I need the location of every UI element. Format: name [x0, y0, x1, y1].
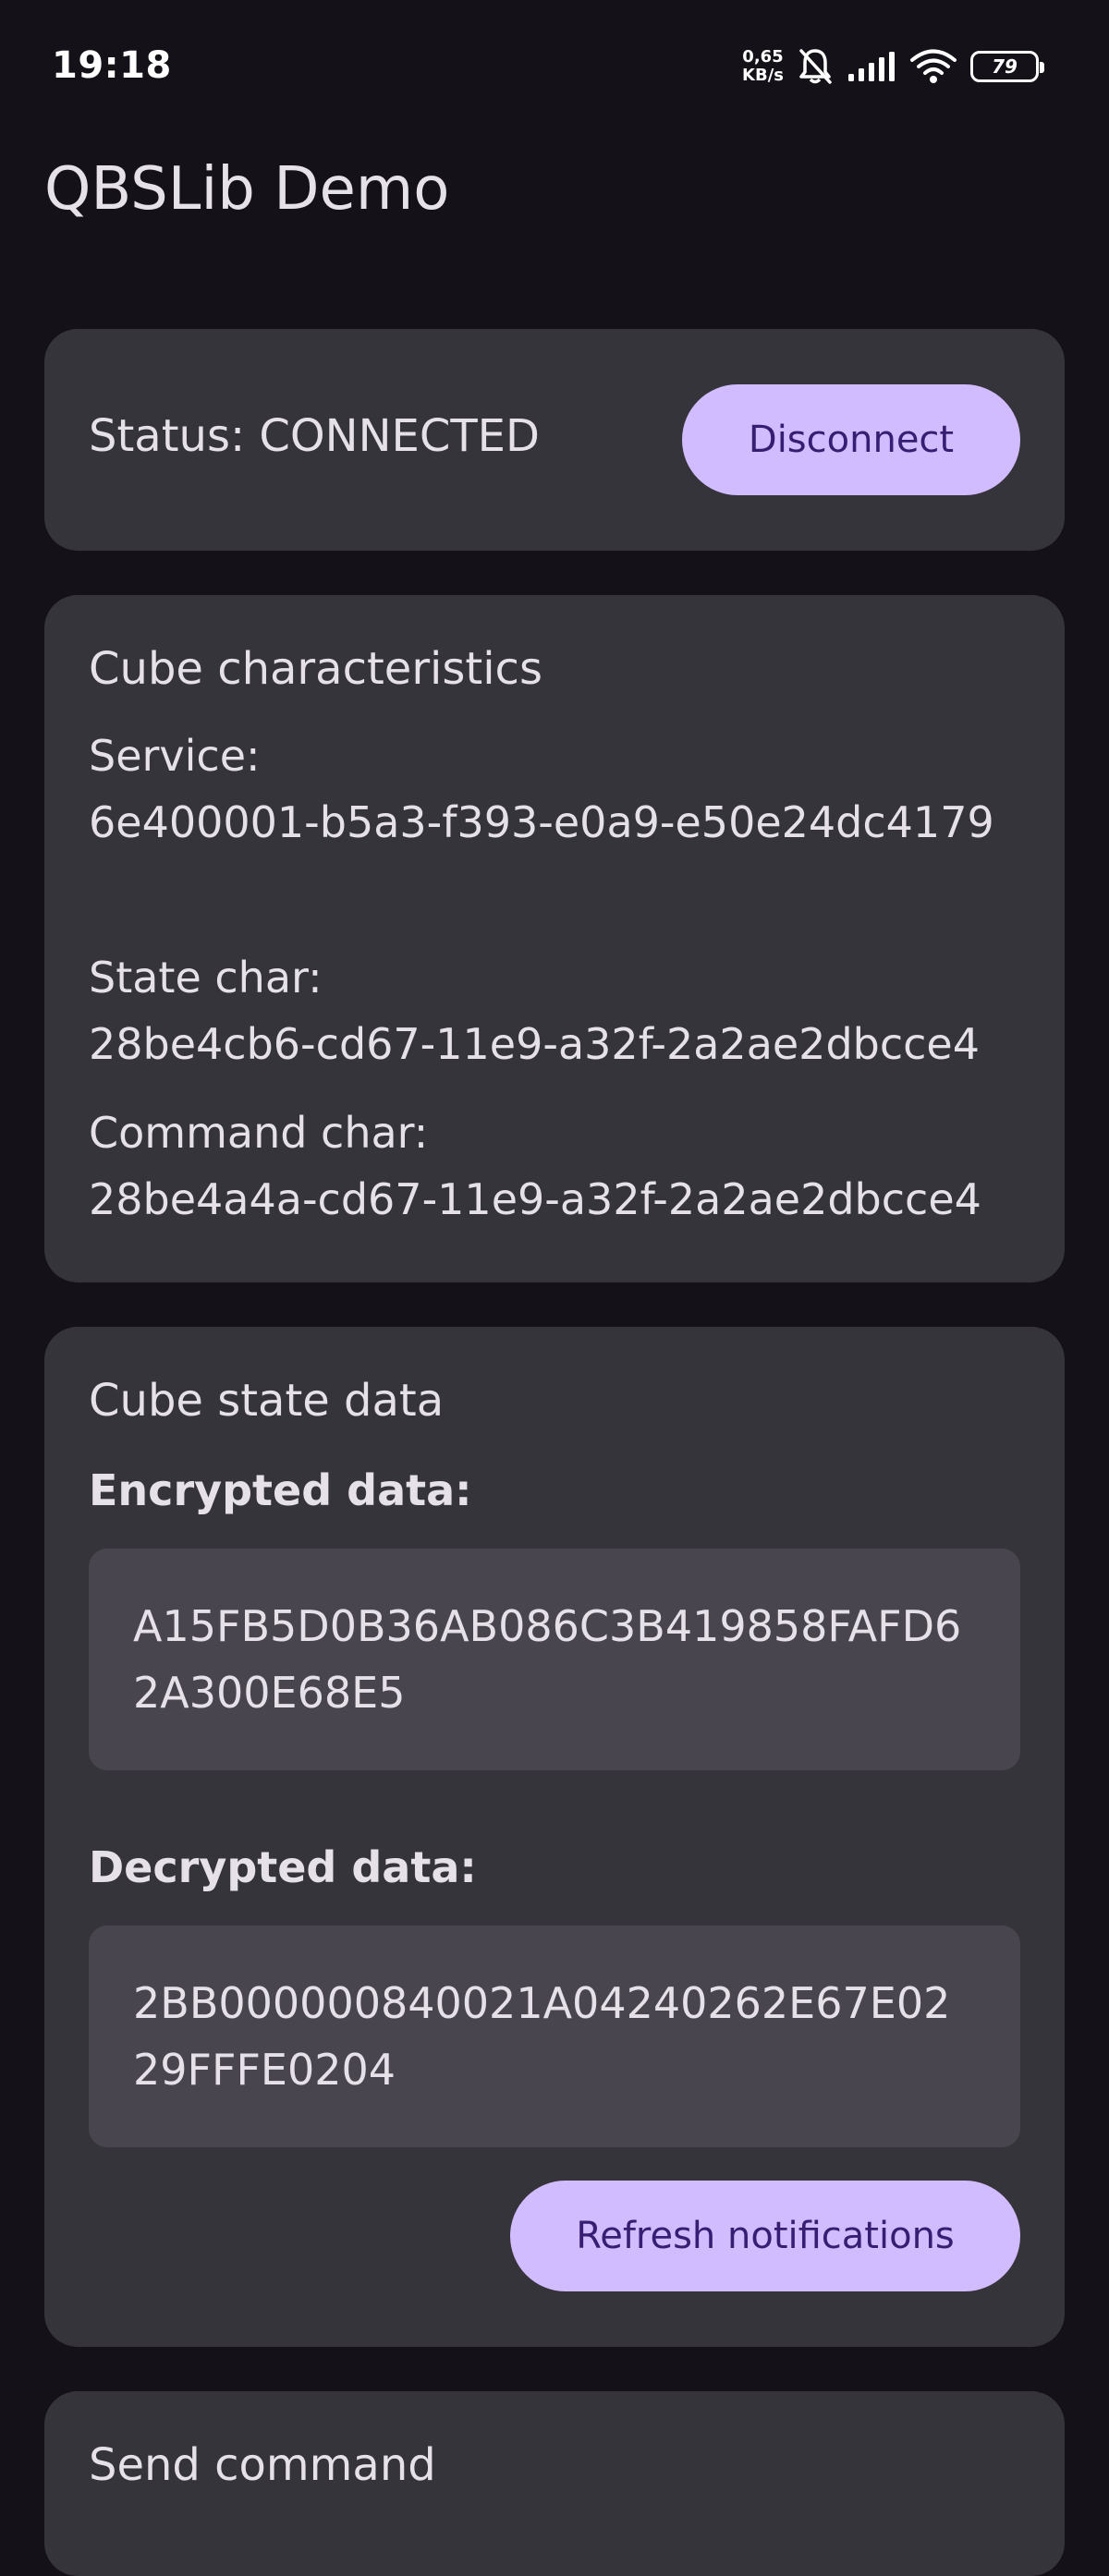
status-bar-icons: 0,65 KB/s 79 [742, 44, 1044, 89]
service-value: 6e400001-b5a3-f393-e0a9-e50e24dc4179 [89, 797, 994, 847]
command-char-field: Command char: 28be4a4a-cd67-11e9-a32f-2a… [89, 1100, 1031, 1233]
network-speed-unit: KB/s [742, 66, 784, 85]
send-command-card: Send command [44, 2391, 1065, 2576]
state-char-value: 28be4cb6-cd67-11e9-a32f-2a2ae2dbcce4 [89, 1019, 981, 1069]
status-card: Status: CONNECTED Disconnect [44, 329, 1065, 551]
state-data-card: Cube state data Encrypted data: A15FB5D0… [44, 1327, 1065, 2347]
signal-icon [847, 50, 896, 83]
network-speed-value: 0,65 [742, 47, 784, 67]
decrypted-data-box: 2BB000000840021A04240262E67E0229FFFE0204 [89, 1926, 1020, 2147]
characteristics-card: Cube characteristics Service: 6e400001-b… [44, 595, 1065, 1282]
disconnect-button[interactable]: Disconnect [682, 384, 1020, 495]
command-char-value: 28be4a4a-cd67-11e9-a32f-2a2ae2dbcce4 [89, 1174, 981, 1224]
send-command-heading: Send command [89, 2439, 436, 2491]
wifi-icon [909, 48, 957, 85]
refresh-notifications-button[interactable]: Refresh notifications [510, 2181, 1020, 2291]
app-title: QBSLib Demo [44, 155, 450, 224]
status-bar: 19:18 0,65 KB/s 79 [0, 0, 1109, 129]
battery-icon: 79 [970, 51, 1044, 82]
command-char-label: Command char: [89, 1108, 429, 1158]
service-field: Service: 6e400001-b5a3-f393-e0a9-e50e24d… [89, 723, 1031, 856]
encrypted-data-box: A15FB5D0B36AB086C3B419858FAFD62A300E68E5 [89, 1549, 1020, 1770]
state-char-field: State char: 28be4cb6-cd67-11e9-a32f-2a2a… [89, 944, 1031, 1077]
service-label: Service: [89, 731, 261, 781]
connection-status: Status: CONNECTED [89, 410, 540, 462]
characteristics-heading: Cube characteristics [89, 643, 542, 695]
state-char-label: State char: [89, 953, 323, 1002]
network-speed: 0,65 KB/s [742, 48, 784, 85]
decrypted-label: Decrypted data: [89, 1842, 477, 1892]
state-data-heading: Cube state data [89, 1375, 445, 1427]
bell-off-icon [797, 47, 834, 86]
encrypted-label: Encrypted data: [89, 1465, 472, 1515]
status-bar-time: 19:18 [52, 44, 172, 87]
